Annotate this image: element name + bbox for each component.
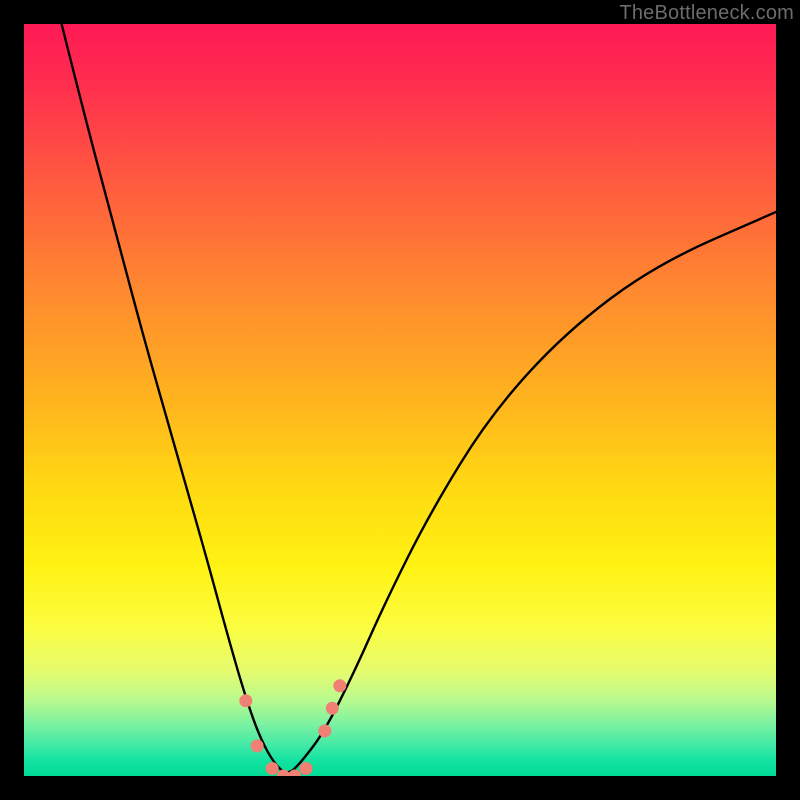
chart-frame: TheBottleneck.com	[0, 0, 800, 800]
plot-area	[24, 24, 776, 776]
background-gradient	[24, 24, 776, 776]
watermark-text: TheBottleneck.com	[619, 2, 794, 25]
